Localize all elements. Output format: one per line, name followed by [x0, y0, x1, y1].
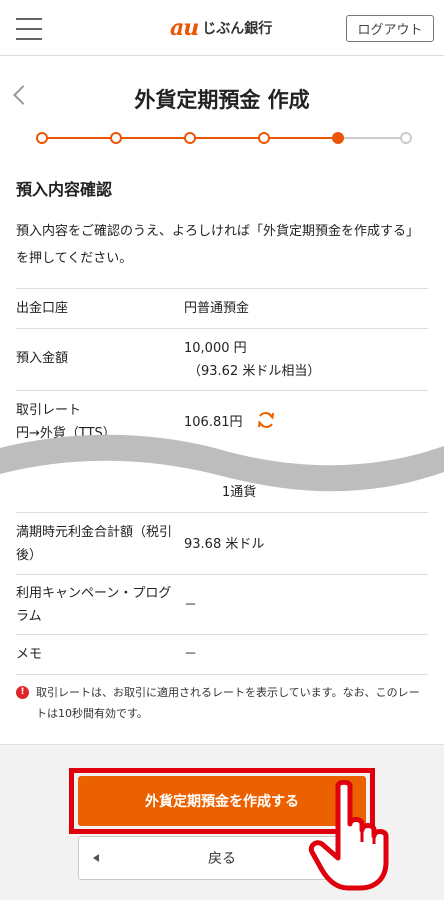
- page-title-row: 外貨定期預金 作成: [0, 76, 444, 120]
- alert-icon: !: [16, 686, 29, 699]
- deposit-amount-usd: （93.62 米ドル相当）: [188, 364, 321, 379]
- row-value: －: [184, 647, 198, 662]
- stepper-line-todo: [338, 137, 404, 139]
- row-value: 10,000 円 （93.62 米ドル相当）: [184, 337, 320, 383]
- table-row-memo: メモ －: [16, 635, 428, 675]
- logo-mark: au: [170, 15, 199, 41]
- intro-text: 預入内容をご確認のうえ、よろしければ「外貨定期預金を作成する」を押してください。: [16, 224, 420, 266]
- row-value: 円普通預金: [184, 301, 250, 316]
- hamburger-menu-icon[interactable]: [16, 18, 42, 40]
- deposit-details-table: 出金口座 円普通預金 預入金額 10,000 円 （93.62 米ドル相当） 取…: [16, 288, 428, 675]
- table-row-maturity-total: 満期時元利金合計額（税引後） 93.68 米ドル: [16, 513, 428, 575]
- step-dot-1: [36, 132, 48, 144]
- row-label: メモ: [16, 647, 43, 662]
- row-label: 利用キャンペーン・プログラム: [16, 586, 172, 624]
- row-label: 満期時元利金合計額（税引後）: [16, 525, 173, 563]
- row-label: 出金口座: [16, 301, 69, 316]
- note-text: 取引レートは、お取引に適用されるレートを表示しています。なお、このレートは10秒…: [36, 686, 420, 720]
- logout-button[interactable]: ログアウト: [346, 15, 434, 42]
- step-dot-5-current: [332, 132, 344, 144]
- step-dot-4: [258, 132, 270, 144]
- row-value: －: [184, 598, 198, 613]
- progress-stepper: [36, 131, 412, 145]
- logo-text: じぶん銀行: [202, 21, 273, 37]
- row-value: 93.68 米ドル: [184, 537, 265, 552]
- step-dot-3: [184, 132, 196, 144]
- bank-logo: au じぶん銀行: [170, 15, 273, 41]
- deposit-amount-value: 10,000 円: [184, 341, 247, 356]
- table-row-campaign: 利用キャンペーン・プログラム －: [16, 575, 428, 635]
- pointing-hand-icon: [308, 780, 389, 891]
- table-row-deposit-amount: 預入金額 10,000 円 （93.62 米ドル相当）: [16, 329, 428, 391]
- page-title: 外貨定期預金 作成: [134, 88, 310, 112]
- step-dot-2: [110, 132, 122, 144]
- rate-label: 取引レート: [16, 403, 82, 418]
- section-title: 預入内容確認: [16, 180, 113, 199]
- app-header: au じぶん銀行 ログアウト: [0, 0, 444, 56]
- step-dot-6: [400, 132, 412, 144]
- table-row-withdrawal-account: 出金口座 円普通預金: [16, 289, 428, 329]
- row-label: 預入金額: [16, 351, 69, 366]
- back-triangle-icon: [93, 854, 99, 862]
- wave-break-graphic: [0, 434, 444, 492]
- back-button-label: 戻る: [208, 851, 236, 867]
